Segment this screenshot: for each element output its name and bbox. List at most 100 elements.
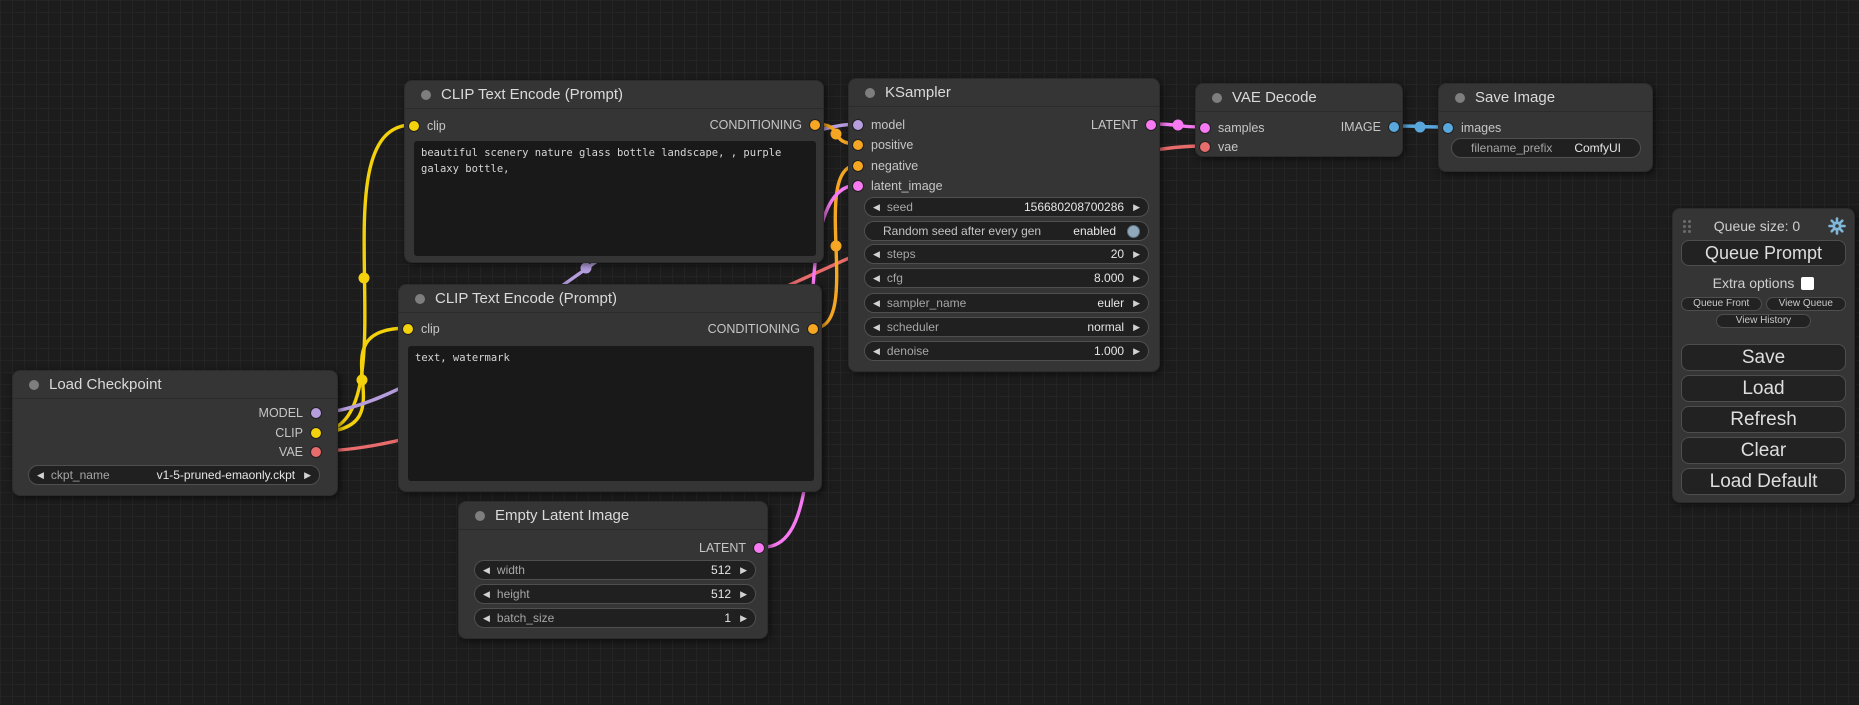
- right-arrow-icon[interactable]: ▶: [1133, 202, 1140, 213]
- widget-steps[interactable]: ◀ steps 20 ▶: [864, 244, 1149, 264]
- link-midpoint-dot[interactable]: [831, 241, 842, 252]
- right-arrow-icon[interactable]: ▶: [1133, 249, 1140, 260]
- input-port-negative[interactable]: negative: [853, 158, 918, 174]
- queue-front-button[interactable]: Queue Front: [1681, 297, 1762, 311]
- extra-options-checkbox[interactable]: [1801, 277, 1814, 290]
- node-title-bar[interactable]: Save Image: [1439, 84, 1652, 112]
- left-arrow-icon[interactable]: ◀: [37, 470, 44, 481]
- collapse-dot-icon[interactable]: [475, 511, 485, 521]
- queue-prompt-button[interactable]: Queue Prompt: [1681, 240, 1846, 266]
- image-port-dot[interactable]: [1389, 122, 1399, 132]
- output-port-latent[interactable]: LATENT: [699, 540, 764, 556]
- link-midpoint-dot[interactable]: [359, 273, 370, 284]
- right-arrow-icon[interactable]: ▶: [304, 470, 311, 481]
- right-arrow-icon[interactable]: ▶: [740, 613, 747, 624]
- widget-denoise[interactable]: ◀ denoise 1.000 ▶: [864, 341, 1149, 361]
- left-arrow-icon[interactable]: ◀: [873, 322, 880, 333]
- image-port-dot[interactable]: [1443, 123, 1453, 133]
- conditioning-port-dot[interactable]: [853, 140, 863, 150]
- right-arrow-icon[interactable]: ▶: [1133, 298, 1140, 309]
- conditioning-port-dot[interactable]: [853, 161, 863, 171]
- input-port-latent-image[interactable]: latent_image: [853, 178, 943, 194]
- widget-seed[interactable]: ◀ seed 156680208700286 ▶: [864, 197, 1149, 217]
- widget-batch-size[interactable]: ◀ batch_size 1 ▶: [474, 608, 756, 628]
- left-arrow-icon[interactable]: ◀: [873, 202, 880, 213]
- output-port-image[interactable]: IMAGE: [1341, 119, 1399, 135]
- prompt-textarea[interactable]: beautiful scenery nature glass bottle la…: [414, 141, 816, 256]
- collapse-dot-icon[interactable]: [415, 294, 425, 304]
- left-arrow-icon[interactable]: ◀: [873, 298, 880, 309]
- node-title-bar[interactable]: VAE Decode: [1196, 84, 1402, 112]
- widget-height[interactable]: ◀ height 512 ▶: [474, 584, 756, 604]
- output-port-latent[interactable]: LATENT: [1091, 117, 1156, 133]
- input-port-images[interactable]: images: [1443, 120, 1501, 136]
- clip-port-dot[interactable]: [311, 428, 321, 438]
- left-arrow-icon[interactable]: ◀: [873, 249, 880, 260]
- node-clip-text-encode-negative[interactable]: CLIP Text Encode (Prompt) clip CONDITION…: [398, 284, 822, 492]
- widget-ckpt-name[interactable]: ◀ ckpt_name v1-5-pruned-emaonly.ckpt ▶: [28, 465, 320, 485]
- output-port-conditioning[interactable]: CONDITIONING: [710, 117, 820, 133]
- collapse-dot-icon[interactable]: [865, 88, 875, 98]
- latent-port-dot[interactable]: [754, 543, 764, 553]
- node-title-bar[interactable]: KSampler: [849, 79, 1159, 107]
- left-arrow-icon[interactable]: ◀: [873, 273, 880, 284]
- collapse-dot-icon[interactable]: [1212, 93, 1222, 103]
- link-midpoint-dot[interactable]: [831, 129, 842, 140]
- vae-port-dot[interactable]: [1200, 142, 1210, 152]
- toggle-circle-icon[interactable]: [1127, 225, 1140, 238]
- left-arrow-icon[interactable]: ◀: [483, 589, 490, 600]
- link-midpoint-dot[interactable]: [1173, 120, 1184, 131]
- widget-width[interactable]: ◀ width 512 ▶: [474, 560, 756, 580]
- vae-port-dot[interactable]: [311, 447, 321, 457]
- view-history-button[interactable]: View History: [1716, 314, 1812, 328]
- load-button[interactable]: Load: [1681, 375, 1846, 402]
- widget-sampler-name[interactable]: ◀ sampler_name euler ▶: [864, 293, 1149, 313]
- link-midpoint-dot[interactable]: [581, 263, 592, 274]
- node-clip-text-encode-positive[interactable]: CLIP Text Encode (Prompt) clip CONDITION…: [404, 80, 824, 263]
- output-port-conditioning[interactable]: CONDITIONING: [708, 321, 818, 337]
- widget-cfg[interactable]: ◀ cfg 8.000 ▶: [864, 268, 1149, 288]
- output-port-clip[interactable]: CLIP: [275, 425, 321, 441]
- input-port-positive[interactable]: positive: [853, 137, 913, 153]
- latent-port-dot[interactable]: [853, 181, 863, 191]
- queue-panel[interactable]: Queue size: 0 Queue Prompt Extra options…: [1672, 208, 1855, 503]
- clear-button[interactable]: Clear: [1681, 437, 1846, 464]
- clip-port-dot[interactable]: [403, 324, 413, 334]
- node-title-bar[interactable]: Empty Latent Image: [459, 502, 767, 530]
- prompt-textarea[interactable]: text, watermark: [408, 346, 814, 481]
- collapse-dot-icon[interactable]: [421, 90, 431, 100]
- latent-port-dot[interactable]: [1200, 123, 1210, 133]
- node-vae-decode[interactable]: VAE Decode samples vae IMAGE: [1195, 83, 1403, 157]
- node-load-checkpoint[interactable]: Load Checkpoint MODEL CLIP VAE ◀ ckpt_na…: [12, 370, 338, 496]
- widget-random-seed-toggle[interactable]: Random seed after every gen enabled: [864, 221, 1149, 241]
- input-port-vae[interactable]: vae: [1200, 139, 1238, 155]
- model-port-dot[interactable]: [853, 120, 863, 130]
- input-port-samples[interactable]: samples: [1200, 120, 1265, 136]
- settings-gear-icon[interactable]: [1828, 217, 1846, 235]
- link-midpoint-dot[interactable]: [357, 375, 368, 386]
- view-queue-button[interactable]: View Queue: [1766, 297, 1847, 311]
- node-ksampler[interactable]: KSampler model positive negative latent_…: [848, 78, 1160, 372]
- output-port-vae[interactable]: VAE: [279, 444, 321, 460]
- right-arrow-icon[interactable]: ▶: [740, 565, 747, 576]
- refresh-button[interactable]: Refresh: [1681, 406, 1846, 433]
- widget-scheduler[interactable]: ◀ scheduler normal ▶: [864, 317, 1149, 337]
- latent-port-dot[interactable]: [1146, 120, 1156, 130]
- output-port-model[interactable]: MODEL: [259, 405, 321, 421]
- widget-filename-prefix[interactable]: filename_prefix ComfyUI: [1451, 138, 1641, 158]
- collapse-dot-icon[interactable]: [29, 380, 39, 390]
- right-arrow-icon[interactable]: ▶: [1133, 273, 1140, 284]
- input-port-clip[interactable]: clip: [409, 118, 446, 134]
- conditioning-port-dot[interactable]: [810, 120, 820, 130]
- input-port-model[interactable]: model: [853, 117, 905, 133]
- right-arrow-icon[interactable]: ▶: [1133, 322, 1140, 333]
- collapse-dot-icon[interactable]: [1455, 93, 1465, 103]
- link-midpoint-dot[interactable]: [1415, 122, 1426, 133]
- node-title-bar[interactable]: Load Checkpoint: [13, 371, 337, 399]
- node-save-image[interactable]: Save Image images filename_prefix ComfyU…: [1438, 83, 1653, 172]
- conditioning-port-dot[interactable]: [808, 324, 818, 334]
- right-arrow-icon[interactable]: ▶: [1133, 346, 1140, 357]
- load-default-button[interactable]: Load Default: [1681, 468, 1846, 495]
- save-button[interactable]: Save: [1681, 344, 1846, 371]
- model-port-dot[interactable]: [311, 408, 321, 418]
